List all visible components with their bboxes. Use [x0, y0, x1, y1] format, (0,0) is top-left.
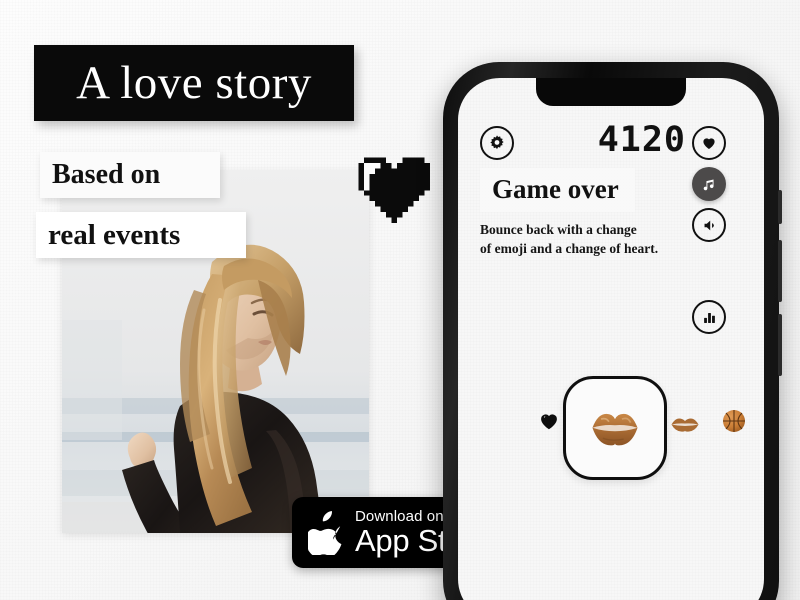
phone-volume-down-button[interactable]	[778, 314, 782, 376]
black-heart-emoji	[538, 410, 560, 432]
game-over-hint-line-1: Bounce back with a change	[480, 222, 637, 237]
phone-notch	[536, 78, 686, 106]
gear-icon[interactable]	[480, 126, 514, 160]
music-note-icon[interactable]	[692, 167, 726, 201]
subtitle-line-1: Based on	[40, 152, 220, 198]
phone-volume-up-button[interactable]	[778, 240, 782, 302]
apple-logo-icon	[308, 510, 344, 555]
game-over-hint-line-2: of emoji and a change of heart.	[480, 241, 659, 256]
subtitle-line-2-text: real events	[48, 218, 181, 251]
game-over-banner: Game over	[480, 168, 635, 212]
phone-mute-switch[interactable]	[778, 190, 782, 224]
bar-chart-icon[interactable]	[692, 300, 726, 334]
pixel-heart-icon	[353, 152, 441, 234]
phone-screen: 4120 Game over Bounce back with a change…	[458, 78, 764, 600]
subtitle-line-2: real events	[36, 212, 246, 258]
heart-icon[interactable]	[692, 126, 726, 160]
page-title-text: A love story	[76, 56, 312, 109]
basketball-emoji	[722, 409, 746, 433]
emoji-card[interactable]	[563, 376, 667, 480]
lips-emoji-small	[670, 417, 700, 433]
lips-emoji	[589, 407, 641, 449]
page-title: A love story	[34, 45, 354, 121]
speaker-icon[interactable]	[692, 208, 726, 242]
score-value: 4120	[597, 120, 686, 160]
game-over-label: Game over	[492, 174, 619, 204]
subtitle-line-1-text: Based on	[52, 159, 161, 190]
game-over-hint: Bounce back with a change of emoji and a…	[480, 220, 695, 258]
phone-mockup: 4120 Game over Bounce back with a change…	[443, 62, 782, 600]
poster-stage: A love story Based on real events Downlo…	[0, 0, 800, 600]
